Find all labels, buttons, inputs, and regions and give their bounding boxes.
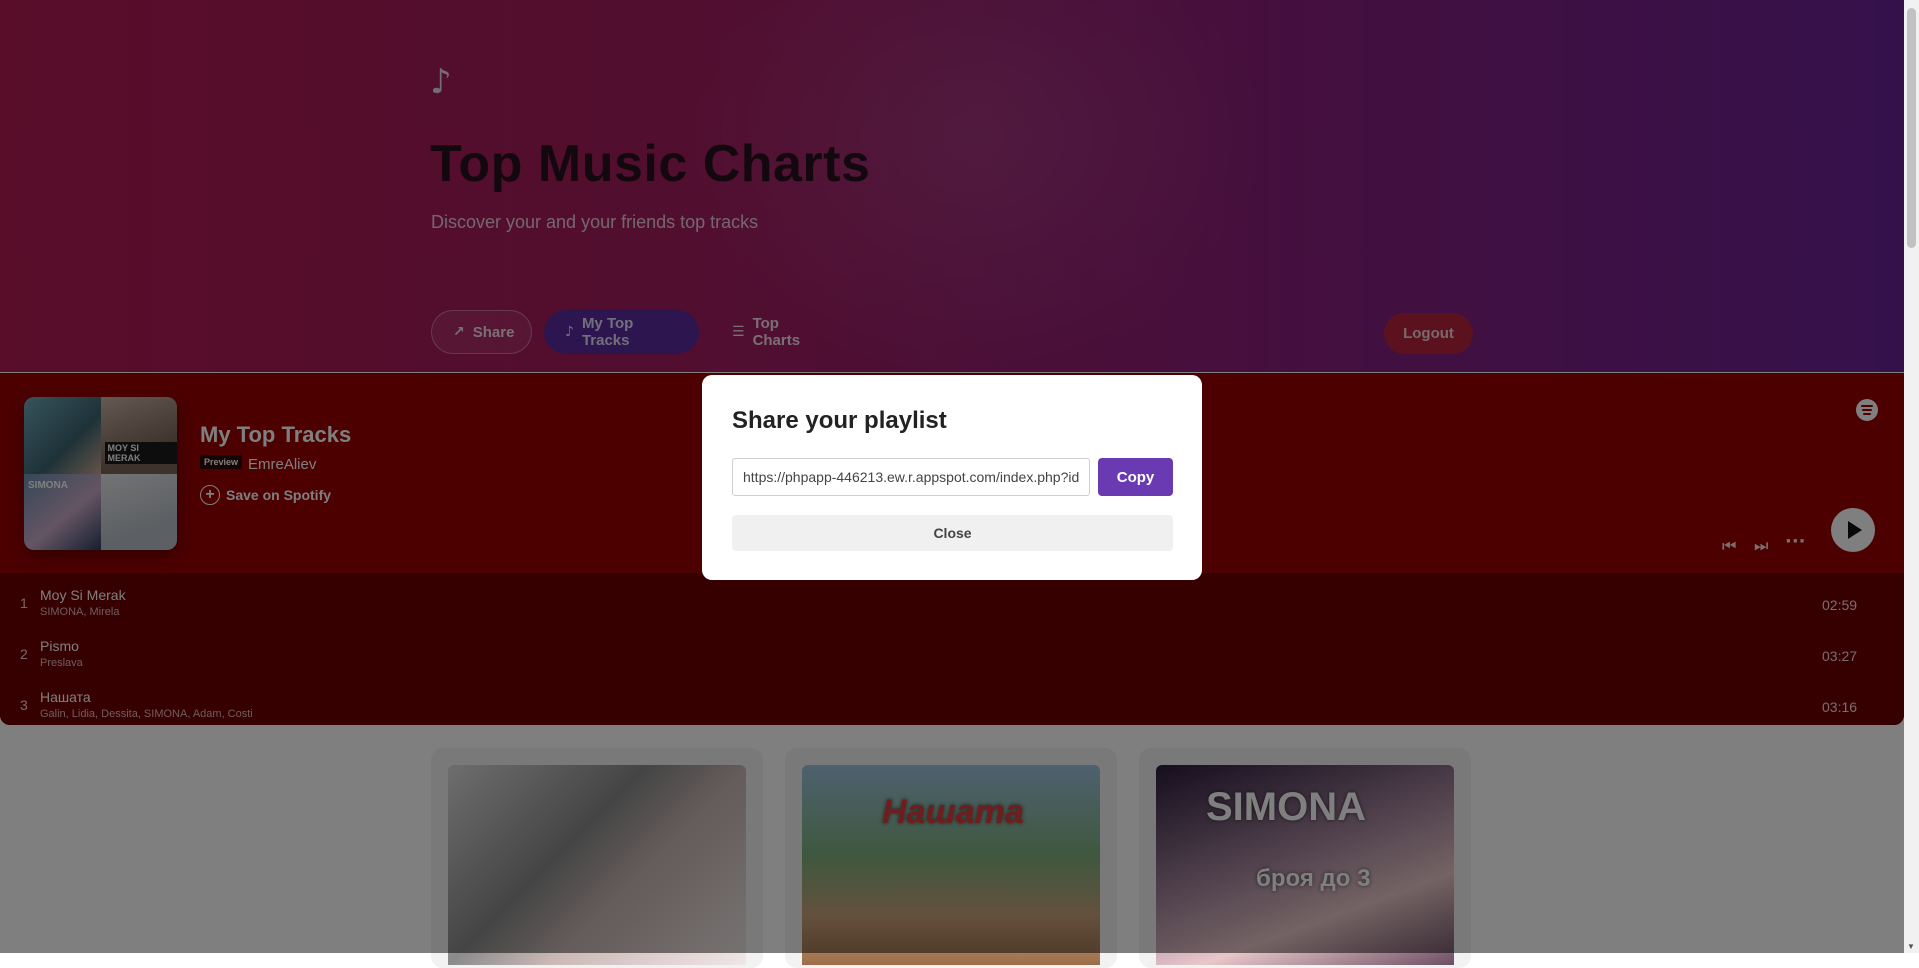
scroll-down-icon[interactable]: ▼ (1907, 942, 1915, 951)
copy-button[interactable]: Copy (1098, 458, 1173, 496)
share-playlist-modal: Share your playlist Copy Close (702, 375, 1202, 580)
scrollbar-thumb[interactable] (1907, 8, 1916, 248)
page-scrollbar[interactable]: ▼ (1904, 0, 1919, 953)
modal-title: Share your playlist (732, 407, 947, 434)
share-url-input[interactable] (732, 458, 1090, 496)
close-button[interactable]: Close (732, 515, 1173, 551)
